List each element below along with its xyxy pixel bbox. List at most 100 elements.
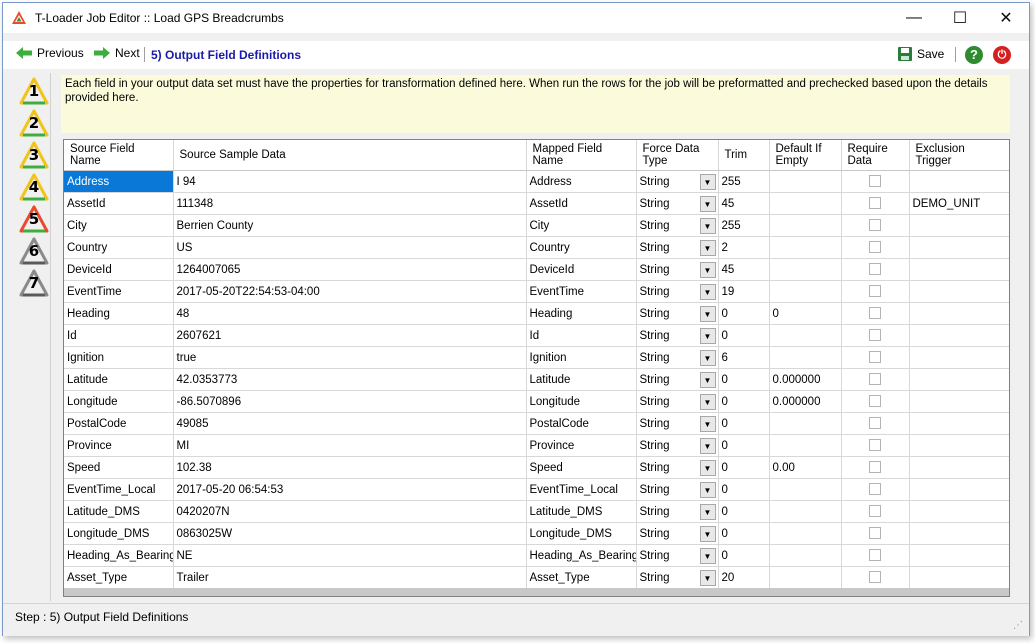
default-cell[interactable] xyxy=(769,280,842,303)
horizontal-scrollbar[interactable] xyxy=(64,588,1009,596)
chevron-down-icon[interactable]: ▼ xyxy=(699,218,716,234)
require-data-checkbox[interactable] xyxy=(869,461,881,474)
default-cell[interactable] xyxy=(769,192,842,215)
step-1-button[interactable]: 1 xyxy=(19,77,49,105)
mapped-field-cell[interactable]: Country xyxy=(526,236,637,259)
table-row[interactable]: Heading_As_Bearing NE Heading_As_Bearing St… xyxy=(64,544,1009,567)
step-7-button[interactable]: 7 xyxy=(19,269,49,297)
source-field-cell[interactable]: Ignition xyxy=(64,346,174,369)
step-4-button[interactable]: 4 xyxy=(19,173,49,201)
default-cell[interactable] xyxy=(769,258,842,281)
exclusion-trigger-cell[interactable] xyxy=(909,566,1009,589)
default-cell[interactable]: 0.00 xyxy=(769,456,842,479)
column-header[interactable]: Trim xyxy=(718,140,770,171)
exclusion-trigger-cell[interactable] xyxy=(909,434,1009,457)
table-row[interactable]: Longitude -86.5070896 Longitude String ▼ 0 0.0… xyxy=(64,390,1009,413)
sample-data-cell[interactable]: Berrien County xyxy=(173,214,527,237)
sample-data-cell[interactable]: US xyxy=(173,236,527,259)
default-cell[interactable] xyxy=(769,544,842,567)
trim-cell[interactable]: 45 xyxy=(718,192,770,215)
chevron-down-icon[interactable]: ▼ xyxy=(699,174,716,190)
step-2-button[interactable]: 2 xyxy=(19,109,49,137)
chevron-down-icon[interactable]: ▼ xyxy=(699,196,716,212)
column-header[interactable]: Source Sample Data xyxy=(173,140,527,171)
trim-cell[interactable]: 19 xyxy=(718,280,770,303)
data-type-dropdown[interactable]: String ▼ xyxy=(636,368,719,391)
default-cell[interactable] xyxy=(769,214,842,237)
mapped-field-cell[interactable]: AssetId xyxy=(526,192,637,215)
default-cell[interactable] xyxy=(769,522,842,545)
data-type-dropdown[interactable]: String ▼ xyxy=(636,456,719,479)
default-cell[interactable] xyxy=(769,412,842,435)
sample-data-cell[interactable]: NE xyxy=(173,544,527,567)
default-cell[interactable] xyxy=(769,170,842,193)
exclusion-trigger-cell[interactable] xyxy=(909,302,1009,325)
trim-cell[interactable]: 255 xyxy=(718,170,770,193)
sample-data-cell[interactable]: I 94 xyxy=(173,170,527,193)
default-cell[interactable] xyxy=(769,478,842,501)
exclusion-trigger-cell[interactable] xyxy=(909,456,1009,479)
sample-data-cell[interactable]: Trailer xyxy=(173,566,527,589)
data-type-dropdown[interactable]: String ▼ xyxy=(636,258,719,281)
require-data-checkbox[interactable] xyxy=(869,373,881,386)
default-cell[interactable] xyxy=(769,500,842,523)
trim-cell[interactable]: 0 xyxy=(718,412,770,435)
require-data-checkbox[interactable] xyxy=(869,351,881,364)
table-row[interactable]: Longitude_DMS 0863025W Longitude_DMS String… xyxy=(64,522,1009,545)
exclusion-trigger-cell[interactable] xyxy=(909,500,1009,523)
table-row[interactable]: Latitude_DMS 0420207N Latitude_DMS String ▼ 0 xyxy=(64,500,1009,523)
default-cell[interactable]: 0 xyxy=(769,302,842,325)
source-field-cell[interactable]: AssetId xyxy=(64,192,174,215)
require-data-checkbox[interactable] xyxy=(869,241,881,254)
column-header[interactable]: Require Data xyxy=(841,140,910,171)
trim-cell[interactable]: 0 xyxy=(718,500,770,523)
trim-cell[interactable]: 0 xyxy=(718,390,770,413)
mapped-field-cell[interactable]: EventTime xyxy=(526,280,637,303)
mapped-field-cell[interactable]: City xyxy=(526,214,637,237)
data-type-dropdown[interactable]: String ▼ xyxy=(636,192,719,215)
sample-data-cell[interactable]: 42.0353773 xyxy=(173,368,527,391)
sample-data-cell[interactable]: 2017-05-20T22:54:53-04:00 xyxy=(173,280,527,303)
chevron-down-icon[interactable]: ▼ xyxy=(699,526,716,542)
help-icon[interactable]: ? xyxy=(965,46,983,64)
mapped-field-cell[interactable]: Heading xyxy=(526,302,637,325)
mapped-field-cell[interactable]: DeviceId xyxy=(526,258,637,281)
require-data-checkbox[interactable] xyxy=(869,307,881,320)
sample-data-cell[interactable]: 1264007065 xyxy=(173,258,527,281)
sample-data-cell[interactable]: -86.5070896 xyxy=(173,390,527,413)
exclusion-trigger-cell[interactable] xyxy=(909,368,1009,391)
trim-cell[interactable]: 0 xyxy=(718,368,770,391)
source-field-cell[interactable]: Country xyxy=(64,236,174,259)
mapped-field-cell[interactable]: Longitude_DMS xyxy=(526,522,637,545)
require-data-checkbox[interactable] xyxy=(869,527,881,540)
require-data-checkbox[interactable] xyxy=(869,263,881,276)
source-field-cell[interactable]: Heading_As_Bearing xyxy=(64,544,174,567)
require-data-checkbox[interactable] xyxy=(869,197,881,210)
trim-cell[interactable]: 2 xyxy=(718,236,770,259)
data-type-dropdown[interactable]: String ▼ xyxy=(636,478,719,501)
source-field-cell[interactable]: Longitude xyxy=(64,390,174,413)
sample-data-cell[interactable]: 49085 xyxy=(173,412,527,435)
sample-data-cell[interactable]: 48 xyxy=(173,302,527,325)
data-type-dropdown[interactable]: String ▼ xyxy=(636,170,719,193)
next-button[interactable]: Next xyxy=(93,46,140,60)
source-field-cell[interactable]: EventTime_Local xyxy=(64,478,174,501)
mapped-field-cell[interactable]: EventTime_Local xyxy=(526,478,637,501)
source-field-cell[interactable]: Province xyxy=(64,434,174,457)
data-type-dropdown[interactable]: String ▼ xyxy=(636,434,719,457)
table-row[interactable]: AssetId 111348 AssetId String ▼ 45 DEMO_UNIT xyxy=(64,192,1009,215)
data-type-dropdown[interactable]: String ▼ xyxy=(636,346,719,369)
table-row[interactable]: City Berrien County City String ▼ 255 xyxy=(64,214,1009,237)
source-field-cell[interactable]: PostalCode xyxy=(64,412,174,435)
sample-data-cell[interactable]: 2017-05-20 06:54:53 xyxy=(173,478,527,501)
table-row[interactable]: EventTime 2017-05-20T22:54:53-04:00 EventT… xyxy=(64,280,1009,303)
exclusion-trigger-cell[interactable] xyxy=(909,324,1009,347)
chevron-down-icon[interactable]: ▼ xyxy=(699,438,716,454)
chevron-down-icon[interactable]: ▼ xyxy=(699,284,716,300)
chevron-down-icon[interactable]: ▼ xyxy=(699,570,716,586)
chevron-down-icon[interactable]: ▼ xyxy=(699,504,716,520)
require-data-checkbox[interactable] xyxy=(869,395,881,408)
mapped-field-cell[interactable]: PostalCode xyxy=(526,412,637,435)
sample-data-cell[interactable]: 2607621 xyxy=(173,324,527,347)
require-data-checkbox[interactable] xyxy=(869,417,881,430)
